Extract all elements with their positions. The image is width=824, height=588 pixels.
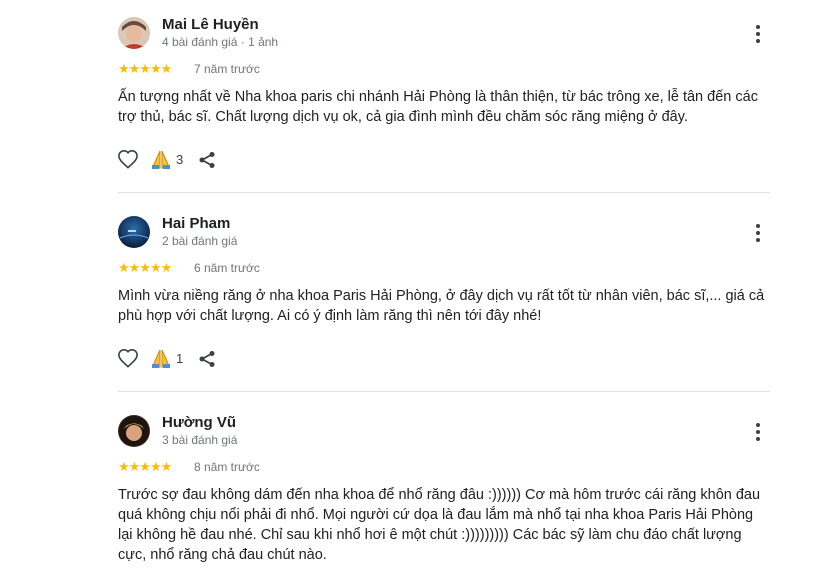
- like-button[interactable]: [117, 149, 139, 174]
- share-icon: [199, 152, 215, 168]
- reaction-count: 3: [176, 152, 184, 167]
- divider: [118, 391, 770, 392]
- star-rating: ★★★★★: [118, 61, 172, 76]
- avatar[interactable]: [118, 17, 150, 49]
- more-vert-icon: [756, 25, 760, 29]
- like-button[interactable]: [117, 348, 139, 373]
- avatar[interactable]: [118, 415, 150, 447]
- review-time: 7 năm trước: [194, 62, 260, 76]
- review-time: 6 năm trước: [194, 261, 260, 275]
- author-meta: 3 bài đánh giá: [162, 433, 238, 447]
- more-options-button[interactable]: [748, 222, 768, 244]
- heart-outline-icon: [118, 149, 138, 169]
- more-options-button[interactable]: [748, 23, 768, 45]
- review-text: Trước sợ đau không dám đến nha khoa để n…: [118, 487, 761, 563]
- reaction-button[interactable]: [151, 150, 171, 174]
- author-meta: 2 bài đánh giá: [162, 234, 238, 248]
- share-button[interactable]: [198, 151, 216, 174]
- review-text: Mình vừa niềng răng ở nha khoa Paris Hải…: [118, 288, 765, 324]
- share-icon: [199, 351, 215, 367]
- reaction-button[interactable]: [151, 349, 171, 373]
- divider: [118, 192, 770, 193]
- folded-hands-icon: [152, 349, 170, 368]
- more-vert-icon: [756, 423, 760, 427]
- more-options-button[interactable]: [748, 421, 768, 443]
- star-rating: ★★★★★: [118, 459, 172, 474]
- avatar[interactable]: [118, 216, 150, 248]
- review-time: 8 năm trước: [194, 460, 260, 474]
- review-text: Ấn tượng nhất về Nha khoa paris chi nhán…: [118, 89, 758, 125]
- folded-hands-icon: [152, 150, 170, 169]
- reaction-count: 1: [176, 351, 184, 366]
- author-meta: 4 bài đánh giá · 1 ảnh: [162, 35, 279, 49]
- author-name[interactable]: Mai Lê Huyền: [162, 16, 259, 33]
- share-button[interactable]: [198, 350, 216, 373]
- author-name[interactable]: Hai Pham: [162, 215, 230, 232]
- heart-outline-icon: [118, 348, 138, 368]
- author-name[interactable]: Hường Vũ: [162, 414, 236, 431]
- star-rating: ★★★★★: [118, 260, 172, 275]
- more-vert-icon: [756, 224, 760, 228]
